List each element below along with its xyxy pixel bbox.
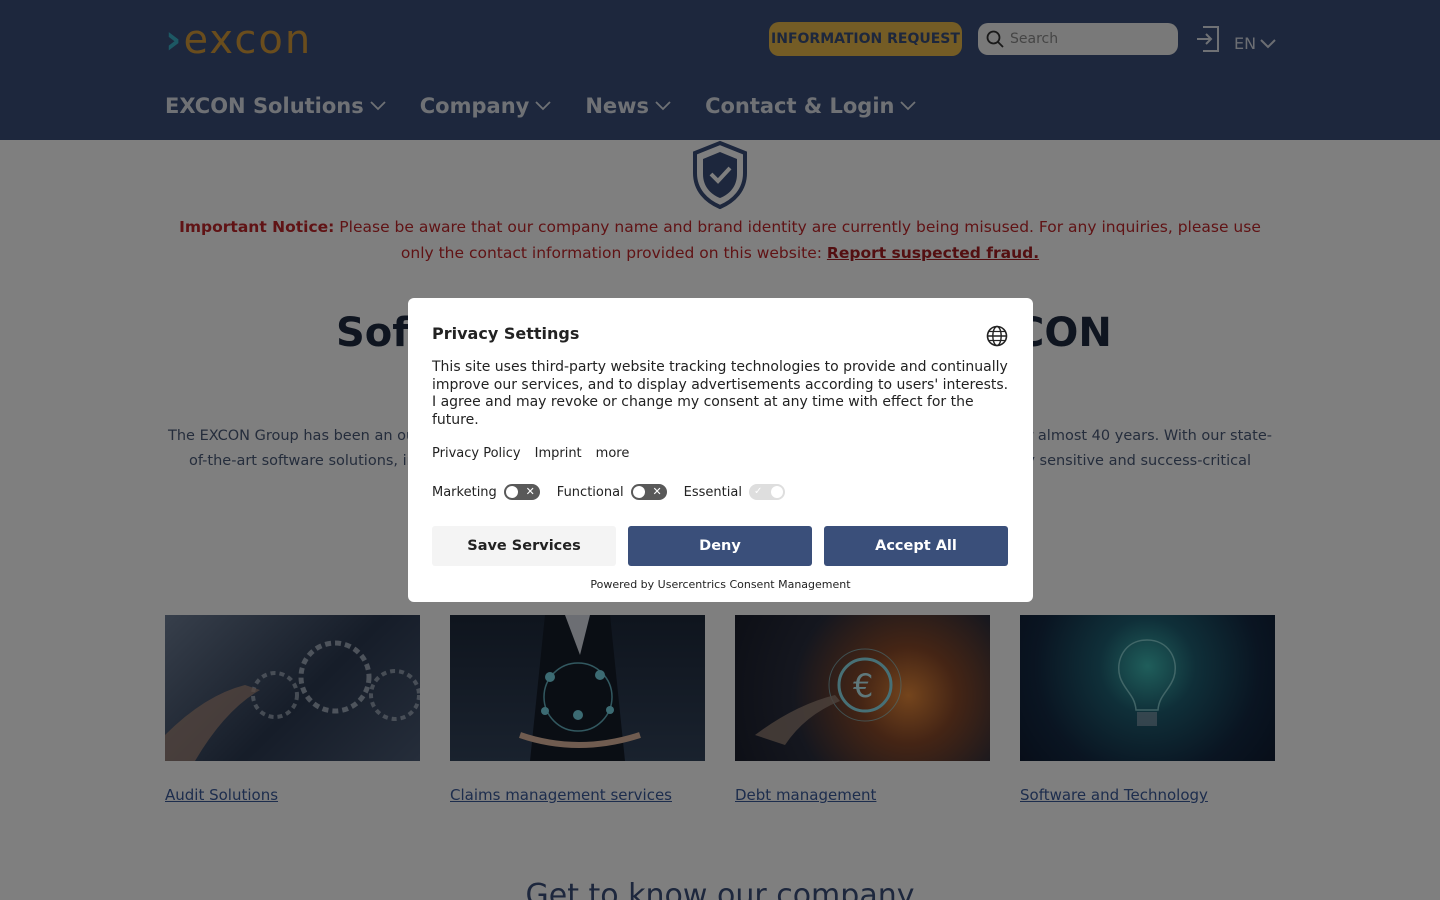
save-services-button[interactable]: Save Services — [432, 526, 616, 566]
essential-toggle: ✓ — [748, 484, 785, 500]
toggle-group-essential: Essential ✓ — [684, 484, 785, 500]
functional-label: Functional — [556, 484, 624, 500]
privacy-policy-link[interactable]: Privacy Policy — [432, 446, 521, 461]
dialog-body: This site uses third-party website track… — [432, 359, 1009, 428]
dialog-buttons: Save Services Deny Accept All — [432, 526, 1008, 566]
toggle-group-marketing: Marketing ✕ — [432, 484, 540, 500]
service-toggles: Marketing ✕ Functional ✕ Essential ✓ — [432, 484, 802, 500]
functional-toggle[interactable]: ✕ — [630, 484, 667, 500]
more-link[interactable]: more — [596, 446, 630, 461]
marketing-label: Marketing — [432, 484, 497, 500]
accept-all-button[interactable]: Accept All — [824, 526, 1008, 566]
globe-language-icon[interactable] — [986, 325, 1008, 347]
deny-button[interactable]: Deny — [628, 526, 812, 566]
marketing-toggle[interactable]: ✕ — [503, 484, 540, 500]
powered-by-text: Powered by Usercentrics Consent Manageme… — [590, 578, 851, 591]
dialog-links: Privacy Policy Imprint more — [432, 446, 629, 461]
privacy-settings-dialog: Privacy Settings This site uses third-pa… — [408, 298, 1033, 602]
toggle-group-functional: Functional ✕ — [557, 484, 667, 500]
imprint-link[interactable]: Imprint — [535, 446, 582, 461]
dialog-title: Privacy Settings — [432, 324, 580, 343]
essential-label: Essential — [683, 484, 742, 500]
